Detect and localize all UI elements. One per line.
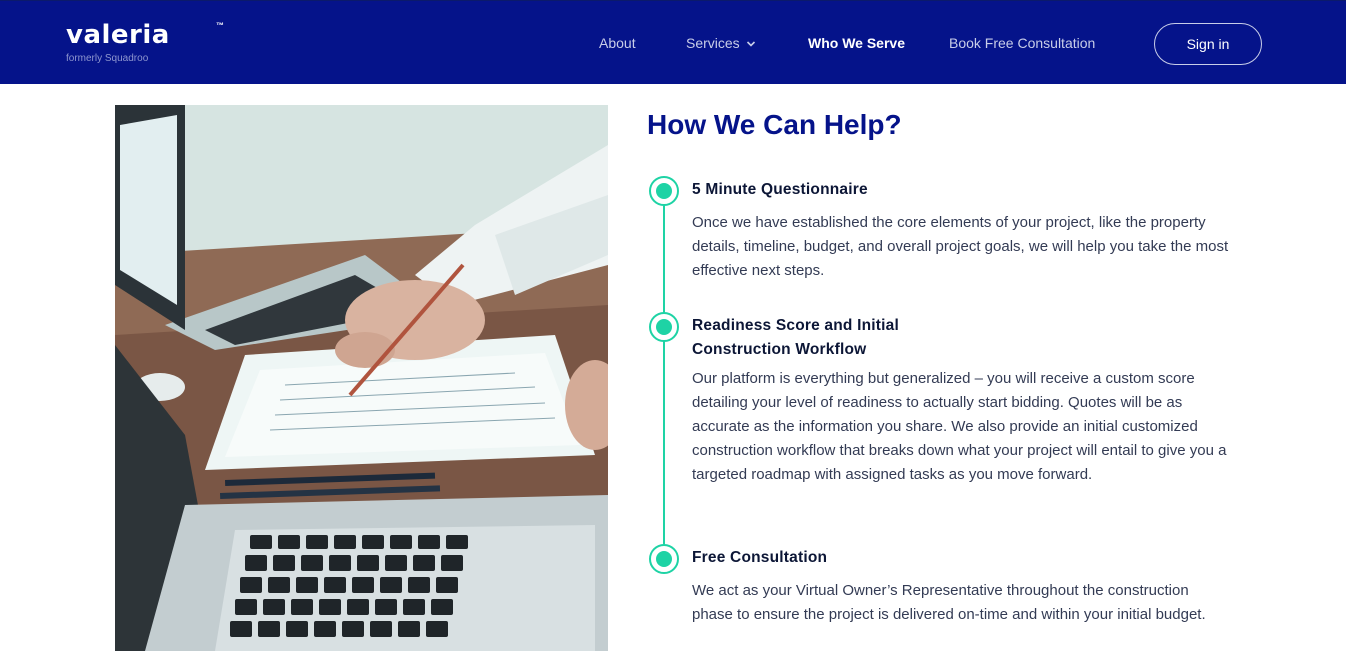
nav-who-we-serve[interactable]: Who We Serve	[808, 34, 905, 52]
timeline-dot-icon	[649, 544, 679, 574]
timeline-dot-icon	[649, 312, 679, 342]
chevron-down-icon	[746, 41, 755, 47]
nav-services[interactable]: Services	[686, 34, 756, 52]
step-title-readiness: Readiness Score and Initial Construction…	[692, 317, 899, 358]
step-body-consultation: We act as your Virtual Owner’s Represent…	[692, 582, 1206, 623]
logo-wordmark: valeria	[66, 20, 170, 50]
timeline-dot-icon	[649, 176, 679, 206]
timeline-line	[663, 190, 665, 558]
step-body-questionnaire: Once we have established the core elemen…	[692, 214, 1229, 279]
step-title-questionnaire: 5 Minute Questionnaire	[692, 181, 868, 198]
nav-services-label: Services	[686, 35, 740, 51]
nav-book-consultation[interactable]: Book Free Consultation	[949, 34, 1095, 52]
valeria-logo[interactable]: valeria ™ formerly Squadroo	[66, 20, 224, 65]
site-header: valeria ™ formerly Squadroo About Servic…	[0, 0, 1346, 84]
logo-trademark: ™	[216, 21, 224, 30]
step-title-consultation: Free Consultation	[692, 549, 828, 566]
nav-about[interactable]: About	[599, 34, 636, 52]
sign-in-button[interactable]: Sign in	[1154, 23, 1262, 65]
section-heading: How We Can Help?	[647, 109, 902, 140]
hero-photo-laptops-paperwork	[115, 105, 608, 651]
logo-subtitle: formerly Squadroo	[66, 53, 149, 64]
step-body-readiness: Our platform is everything but generaliz…	[692, 370, 1227, 483]
photo-illustration	[115, 105, 608, 651]
